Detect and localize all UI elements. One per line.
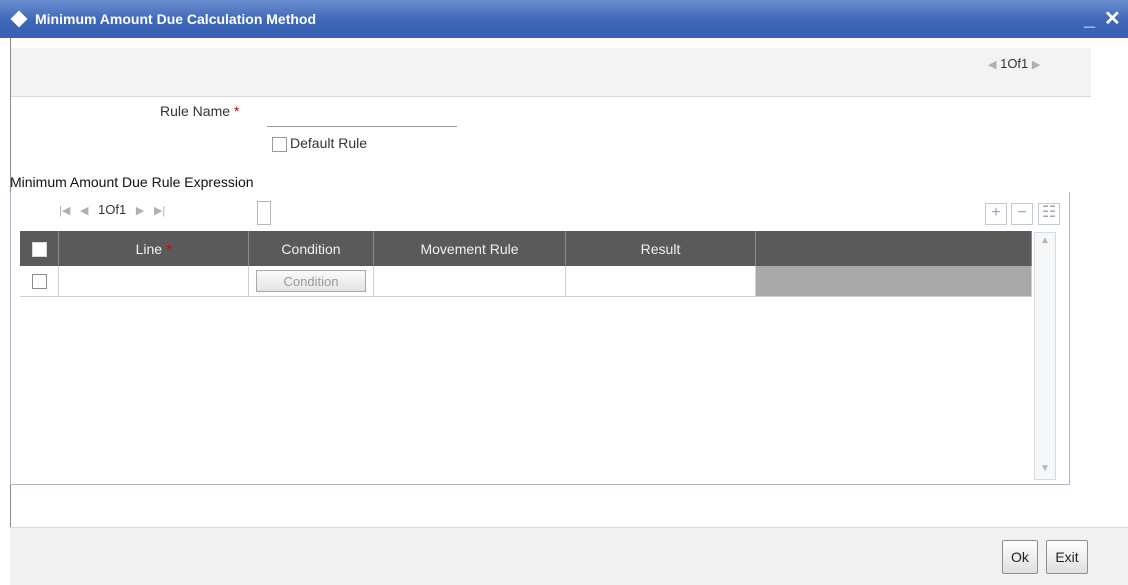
default-rule-checkbox[interactable]	[272, 137, 287, 152]
record-pager-text: 1Of1	[1000, 56, 1029, 71]
column-header-line: Line *	[58, 231, 249, 266]
header-strip	[11, 48, 1091, 97]
select-all-checkbox[interactable]	[31, 241, 47, 257]
minimize-button[interactable]: _	[1084, 8, 1095, 31]
last-page-icon[interactable]: ▶|	[154, 205, 165, 217]
list-view-icon: ☷	[1041, 204, 1057, 221]
line-cell[interactable]	[58, 266, 249, 297]
rule-name-input[interactable]	[267, 102, 457, 127]
single-view-button[interactable]: ☷	[1038, 203, 1060, 225]
table-row: Condition	[20, 266, 1032, 297]
close-button[interactable]: ✕	[1104, 6, 1121, 31]
grid-pager-text: 1Of1	[98, 202, 127, 217]
line-required-marker: *	[165, 240, 172, 257]
first-page-icon[interactable]: |◀	[59, 205, 70, 217]
header-select-cell	[20, 231, 59, 266]
next-page-icon[interactable]: ▶	[136, 205, 144, 217]
window-title: Minimum Amount Due Calculation Method	[35, 11, 317, 27]
rule-expression-table: Line * Condition Movement Rule Result Co…	[20, 231, 1032, 297]
column-header-movement-rule: Movement Rule	[373, 231, 566, 266]
ok-button[interactable]: Ok	[1002, 540, 1038, 574]
rule-name-label: Rule Name *	[160, 103, 240, 119]
prev-page-icon[interactable]: ◀	[80, 205, 88, 217]
delete-row-button[interactable]: −	[1011, 203, 1033, 225]
prev-record-icon[interactable]: ◀	[988, 59, 996, 71]
table-header-row: Line * Condition Movement Rule Result	[20, 231, 1032, 266]
scroll-down-icon[interactable]: ▼	[1037, 463, 1053, 477]
grid-pager: |◀ ◀ 1Of1 ▶ ▶|	[59, 202, 171, 217]
condition-cell: Condition	[248, 266, 374, 297]
add-row-button[interactable]: +	[985, 203, 1007, 225]
window-titlebar: Minimum Amount Due Calculation Method _ …	[0, 0, 1128, 38]
page-jump-input[interactable]	[257, 201, 271, 225]
exit-button[interactable]: Exit	[1046, 540, 1088, 574]
scroll-up-icon[interactable]: ▲	[1037, 235, 1053, 249]
app-diamond-icon	[10, 10, 28, 28]
result-cell[interactable]	[565, 266, 756, 297]
grid-vertical-scrollbar[interactable]: ▲ ▼	[1034, 232, 1056, 480]
row-checkbox[interactable]	[31, 274, 47, 290]
next-record-icon[interactable]: ▶	[1032, 59, 1040, 71]
record-pager: ◀ 1Of1 ▶	[988, 56, 1040, 71]
column-header-blank	[755, 231, 1032, 266]
condition-button[interactable]: Condition	[256, 270, 366, 292]
dialog-footer	[10, 527, 1128, 585]
minus-icon: −	[1017, 204, 1027, 221]
column-header-result: Result	[565, 231, 756, 266]
blank-cell	[755, 266, 1032, 297]
movement-rule-cell[interactable]	[373, 266, 566, 297]
plus-icon: +	[991, 204, 1001, 221]
default-rule-label: Default Rule	[290, 135, 368, 151]
section-title: Minimum Amount Due Rule Expression	[10, 174, 254, 190]
column-header-condition: Condition	[248, 231, 374, 266]
required-marker: *	[233, 103, 240, 119]
row-select-cell	[20, 266, 59, 297]
